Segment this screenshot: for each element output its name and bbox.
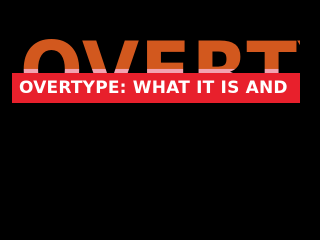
title-banner: OVERTYPE: WHAT IT IS AND — [12, 73, 300, 103]
banner-title: OVERTYPE: WHAT IT IS AND — [19, 78, 288, 98]
title-card: OVERTY OVERTYPE: WHAT IT IS AND — [0, 0, 300, 210]
